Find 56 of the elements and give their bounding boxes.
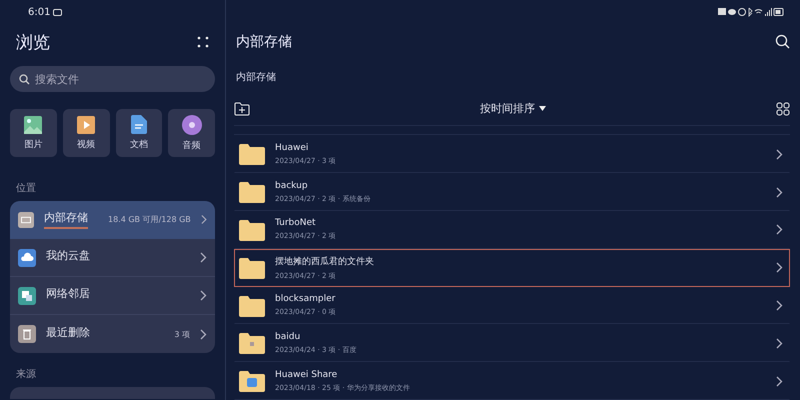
folder-icon (239, 256, 265, 279)
chevron-right-icon (776, 148, 783, 160)
folder-icon (239, 218, 265, 241)
document-icon (130, 115, 147, 134)
folder-name: Huawei (275, 142, 310, 153)
cloud-icon (18, 248, 36, 266)
browse-title: 浏览 (16, 32, 50, 54)
category-tile[interactable]: 视频 (62, 109, 110, 157)
search-icon (19, 74, 30, 85)
trash-icon (18, 325, 36, 343)
location-item[interactable]: 内部存储 18.4 GB 可用/128 GB (10, 201, 215, 239)
category-tile[interactable]: 图片 (10, 109, 57, 157)
chevron-right-icon (776, 224, 783, 236)
folder-name: blocksampler (275, 294, 336, 304)
folder-name: Huawei Share (275, 370, 338, 380)
breadcrumb[interactable]: 内部存储 (236, 70, 790, 84)
category-tile[interactable]: 文档 (116, 109, 162, 157)
chevron-right-icon (200, 252, 207, 263)
category-tile[interactable]: 音频 (168, 109, 215, 157)
video-icon (77, 116, 96, 134)
chevron-right-icon (200, 328, 207, 340)
network-icon (18, 286, 36, 304)
folder-title: 内部存储 (236, 32, 292, 51)
chevron-right-icon (776, 376, 783, 387)
status-icons-drawing (718, 6, 784, 17)
folder-icon (239, 143, 265, 166)
location-item[interactable]: 我的云盘 (10, 239, 215, 277)
chevron-right-icon (200, 214, 207, 225)
image-icon (24, 116, 42, 134)
caret-icon (539, 106, 546, 112)
folder-icon (239, 370, 265, 392)
folder-name: baidu (275, 332, 302, 342)
search-field[interactable]: 搜索文件 (10, 66, 215, 92)
location-item[interactable]: 最近删除 3 项 (10, 315, 215, 353)
section-heading: 位置 (16, 182, 37, 195)
sort-dropdown[interactable]: 按时间排序 (474, 100, 552, 118)
chevron-right-icon (200, 290, 207, 301)
folder-name: backup (275, 180, 309, 191)
chevron-right-icon (776, 186, 783, 198)
folder-name: TurboNet (275, 218, 317, 228)
chevron-right-icon (776, 262, 783, 274)
folder-icon (239, 181, 265, 204)
section-heading: 来源 (16, 368, 37, 381)
folder-name: 摆地摊的西瓜君的文件夹 (275, 256, 375, 268)
chevron-right-icon (776, 338, 783, 349)
more-icon[interactable] (197, 36, 209, 48)
chevron-right-icon (776, 300, 783, 311)
grid-view-icon[interactable] (776, 102, 790, 116)
folder-icon (239, 332, 265, 354)
storage-icon (18, 210, 34, 228)
new-folder-icon[interactable] (234, 102, 250, 116)
location-item[interactable]: 网络邻居 (10, 277, 215, 315)
folder-icon (239, 294, 265, 316)
status-time: 6:01 (28, 6, 50, 18)
search-icon[interactable] (775, 34, 790, 50)
music-icon (182, 114, 202, 134)
